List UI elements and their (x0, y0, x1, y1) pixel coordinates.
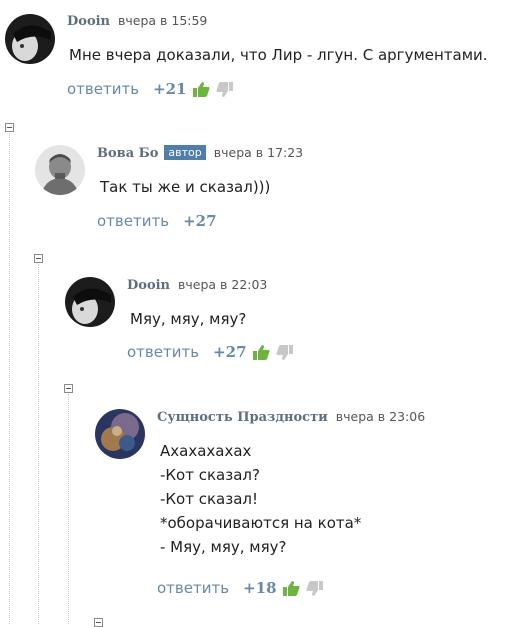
comment-time[interactable]: вчера в 23:06 (336, 409, 425, 424)
thumbs-up-icon[interactable] (252, 344, 270, 360)
reply-link[interactable]: ответить (97, 212, 169, 230)
comment-actions: ответить +21 (67, 80, 233, 98)
reply-link[interactable]: ответить (127, 343, 199, 361)
comment-score: +18 (243, 579, 277, 597)
reply-link[interactable]: ответить (157, 579, 229, 597)
comment-time[interactable]: вчера в 15:59 (118, 13, 207, 28)
collapse-toggle-icon[interactable] (34, 254, 43, 263)
thumbs-up-icon[interactable] (192, 81, 210, 97)
comment-time[interactable]: вчера в 17:23 (214, 145, 303, 160)
comment-score: +27 (213, 343, 247, 361)
author-name[interactable]: Сущность Праздности (157, 410, 328, 425)
comment-text-line: - Мяу, мяу, мяу? (160, 538, 287, 556)
author-name[interactable]: Dooin (67, 14, 110, 29)
comment-text: Так ты же и сказал))) (100, 175, 270, 199)
comment-text-line: -Кот сказал? (160, 466, 260, 484)
thread-line (38, 264, 39, 624)
author-badge: автор (164, 145, 206, 160)
avatar[interactable] (95, 409, 145, 459)
avatar[interactable] (5, 14, 55, 64)
comment-actions: ответить +27 (97, 212, 217, 230)
thread-line (68, 394, 69, 624)
comment-text: Мяу, мяу, мяу? (130, 307, 246, 331)
author-name[interactable]: Вова Бо (97, 146, 158, 161)
comment-text-line: Так ты же и сказал))) (100, 178, 271, 196)
thumbs-down-icon[interactable] (276, 344, 293, 360)
thumbs-down-icon[interactable] (306, 580, 323, 596)
reply-link[interactable]: ответить (67, 80, 139, 98)
comment-text: Ахахахахах -Кот сказал? -Кот сказал! *об… (160, 439, 361, 559)
thread-line (9, 133, 10, 624)
comment-time[interactable]: вчера в 22:03 (178, 277, 267, 292)
comment-score: +27 (183, 212, 217, 230)
comment-text-line: -Кот сказал! (160, 490, 259, 508)
comment-text-line: Мне вчера доказали, что Лир - лгун. С ар… (69, 46, 488, 64)
collapse-toggle-icon[interactable] (94, 618, 103, 627)
author-name[interactable]: Dooin (127, 278, 170, 293)
thumbs-down-icon[interactable] (216, 81, 233, 97)
comment-text: Мне вчера доказали, что Лир - лгун. С ар… (69, 43, 488, 67)
comment-text-line: Мяу, мяу, мяу? (130, 310, 247, 328)
collapse-toggle-icon[interactable] (5, 123, 14, 132)
collapse-toggle-icon[interactable] (64, 384, 73, 393)
comment-text-line: *оборачиваются на кота* (160, 514, 362, 532)
avatar[interactable] (35, 145, 85, 195)
avatar[interactable] (65, 277, 115, 327)
comment-score: +21 (153, 80, 187, 98)
comment-actions: ответить +18 (157, 579, 323, 597)
comment-text-line: Ахахахахах (160, 442, 252, 460)
comment-actions: ответить +27 (127, 343, 293, 361)
thumbs-up-icon[interactable] (282, 580, 300, 596)
